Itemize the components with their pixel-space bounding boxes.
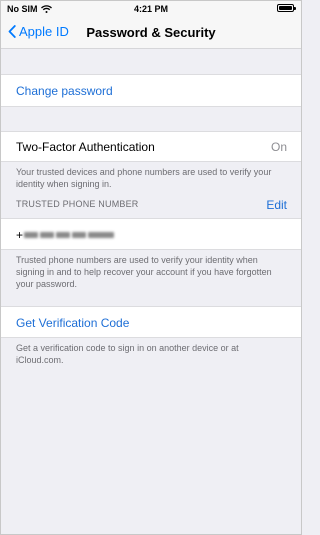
status-time: 4:21 PM [133,4,168,14]
change-password-link[interactable]: Change password [16,84,113,98]
verification-code-cell[interactable]: Get Verification Code [1,306,301,338]
status-right [277,4,296,12]
phone-screen: No SIM 4:21 PM Apple ID Password & Secur… [0,0,302,535]
verification-description: Get a verification code to sign in on an… [16,343,239,365]
two-factor-cell: Two-Factor Authentication On [1,131,301,162]
two-factor-description: Your trusted devices and phone numbers a… [16,167,272,189]
trusted-phone-description: Trusted phone numbers are used to verify… [16,255,272,289]
edit-button[interactable]: Edit [266,198,287,212]
trusted-phone-header: TRUSTED PHONE NUMBER [16,199,139,209]
change-password-cell[interactable]: Change password [1,74,301,107]
phone-prefix: + [16,228,24,242]
two-factor-status: On [270,140,287,154]
two-factor-label: Two-Factor Authentication [16,140,155,154]
verification-code-link[interactable]: Get Verification Code [16,316,129,330]
redacted-phone-number [24,232,114,238]
page-title: Password & Security [86,25,216,40]
status-bar: No SIM 4:21 PM [1,1,301,17]
battery-icon [277,4,296,12]
trusted-phone-cell[interactable]: + [1,218,301,250]
navigation-bar: Apple ID Password & Security [1,17,301,49]
